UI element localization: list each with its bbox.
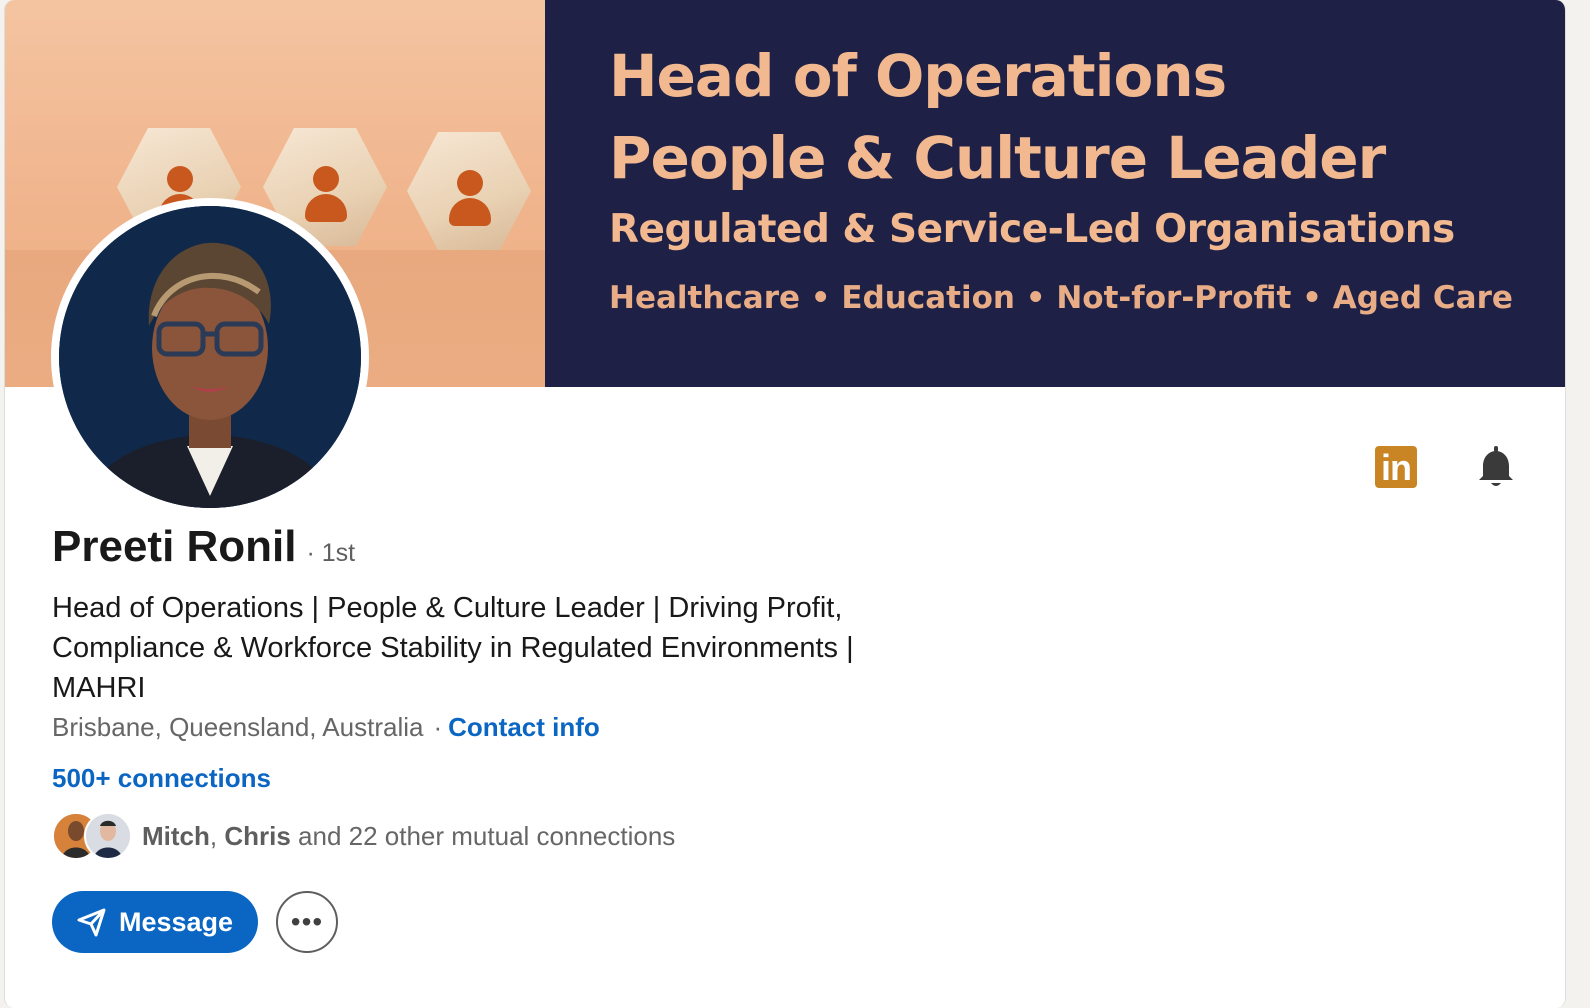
message-button[interactable]: Message xyxy=(52,891,258,953)
name-row: Preeti Ronil · 1st xyxy=(52,522,355,572)
separator-dot: · xyxy=(433,712,443,742)
more-actions-button[interactable]: ••• xyxy=(276,891,338,953)
send-icon xyxy=(77,908,106,937)
mutual-avatar xyxy=(84,812,132,860)
mutual-connections[interactable]: Mitch, Chris and 22 other mutual connect… xyxy=(52,812,675,860)
contact-info-link[interactable]: Contact info xyxy=(448,712,600,742)
connections-link[interactable]: 500+ connections xyxy=(52,763,271,794)
message-label: Message xyxy=(118,906,234,937)
mutual-rest-text: and 22 other mutual connections xyxy=(290,820,676,851)
mutual-name[interactable]: Mitch xyxy=(142,821,210,851)
bell-icon[interactable] xyxy=(1473,444,1519,490)
wooden-block xyxy=(407,132,531,250)
location-row: Brisbane, Queensland, Australia · Contact … xyxy=(52,712,600,743)
mutual-avatars xyxy=(52,812,136,860)
profile-card: Head of Operations People & Culture Lead… xyxy=(4,0,1566,1008)
linkedin-icon[interactable]: in xyxy=(1375,446,1417,488)
profile-avatar[interactable] xyxy=(51,198,369,516)
mutual-name[interactable]: Chris xyxy=(224,821,290,851)
connection-degree: · 1st xyxy=(306,539,356,567)
profile-headline: Head of Operations | People & Culture Le… xyxy=(52,592,854,704)
mutual-comma: , xyxy=(209,820,225,851)
banner-line-3: Regulated & Service-Led Organisations xyxy=(609,207,1455,252)
banner-line-4: Healthcare • Education • Not-for-Profit … xyxy=(609,280,1513,316)
profile-name: Preeti Ronil xyxy=(52,522,297,571)
profile-actions: Message ••• xyxy=(52,891,338,953)
banner-line-1: Head of Operations xyxy=(609,42,1227,110)
banner-text-panel: Head of Operations People & Culture Lead… xyxy=(545,0,1565,387)
avatar-photo xyxy=(59,206,361,508)
mutual-connections-text: Mitch, Chris and 22 other mutual connect… xyxy=(142,821,675,852)
profile-location: Brisbane, Queensland, Australia xyxy=(52,712,424,742)
more-icon: ••• xyxy=(290,906,324,937)
banner-line-2: People & Culture Leader xyxy=(609,124,1386,192)
